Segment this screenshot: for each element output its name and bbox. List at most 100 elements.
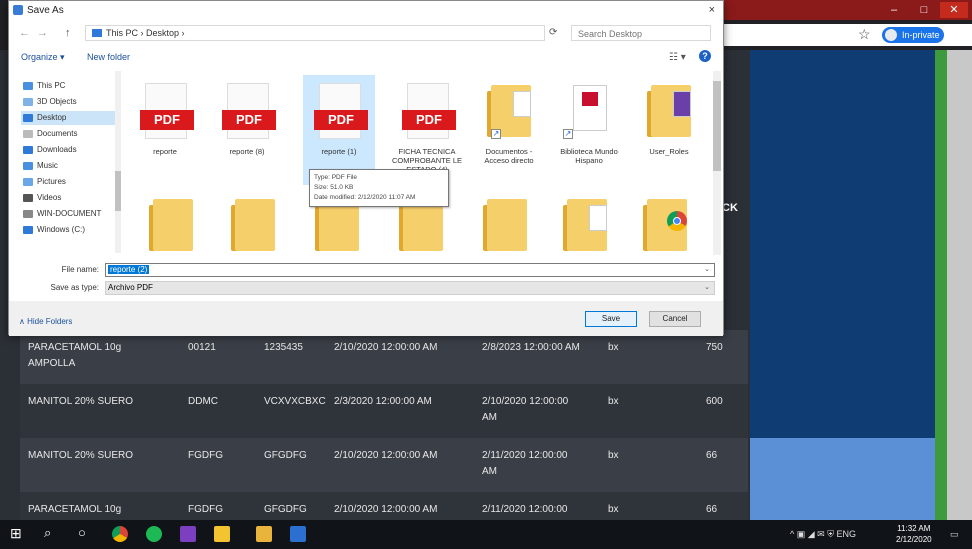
view-options-icon[interactable]: ☷ ▾ [669, 52, 686, 63]
cell-lot: GFGDFG [264, 450, 307, 461]
nav-item-videos[interactable]: Videos [21, 191, 117, 205]
nav-item-drive[interactable]: WIN-DOCUMENT [21, 207, 117, 221]
breadcrumb[interactable]: This PC › Desktop › [85, 25, 545, 41]
file-item-pdf[interactable]: PDF reporte (8) [211, 75, 283, 185]
cancel-button[interactable]: Cancel [649, 311, 701, 327]
clock-time: 11:32 AM [897, 524, 931, 533]
file-item-folder[interactable] [217, 189, 289, 255]
desktop-icon [23, 114, 33, 122]
profile-label: In-private [902, 30, 940, 40]
app-icon[interactable] [290, 526, 306, 542]
cell-code: FGDFG [188, 450, 223, 461]
clock[interactable]: 11:32 AM 2/12/2020 [896, 523, 932, 545]
menu-icon[interactable]: ⋮ [952, 26, 964, 40]
chrome-icon [667, 211, 687, 231]
nav-item-pictures[interactable]: Pictures [21, 175, 117, 189]
folder-icon [231, 199, 277, 253]
file-item-folder[interactable] [135, 189, 207, 255]
file-item-folder[interactable] [469, 189, 541, 255]
cell-lot: VCXVXCBXC [264, 396, 326, 407]
chevron-down-icon[interactable]: ⌄ [704, 264, 710, 276]
nav-label: Pictures [37, 177, 66, 186]
dialog-app-icon [13, 5, 23, 15]
windows-start-icon[interactable]: ⊞ [10, 525, 26, 541]
chevron-down-icon[interactable]: ⌄ [704, 282, 710, 294]
nav-item-windows-c[interactable]: Windows (C:) [21, 223, 117, 237]
pc-icon [92, 29, 102, 37]
close-window-button[interactable]: ✕ [940, 2, 968, 18]
scrollbar-thumb[interactable] [115, 171, 121, 211]
organize-button[interactable]: Organize ▾ [21, 52, 65, 63]
nav-item-this-pc[interactable]: This PC [21, 79, 117, 93]
file-name: Documentos - Acceso directo [484, 147, 534, 165]
nav-item-desktop[interactable]: Desktop [21, 111, 117, 125]
navigation-pane: This PC 3D Objects Desktop Documents Dow… [9, 71, 121, 255]
pdf-badge: PDF [140, 110, 194, 130]
refresh-icon[interactable]: ⟳ [549, 27, 557, 38]
search-icon[interactable]: ⌕ [44, 525, 60, 541]
cell-unit: bx [608, 450, 619, 461]
cell-qty: 600 [706, 396, 723, 407]
file-item-folder[interactable] [549, 189, 621, 255]
cell-date1: 2/10/2020 12:00:00 AM [334, 342, 438, 353]
file-item-shortcut[interactable]: ↗ Documentos - Acceso directo [473, 75, 545, 185]
file-list-scrollbar[interactable] [713, 71, 721, 255]
video-icon [23, 194, 33, 202]
search-input[interactable] [571, 25, 711, 41]
minimize-button[interactable]: – [880, 2, 908, 18]
folder-front [651, 85, 691, 137]
nav-item-documents[interactable]: Documents [21, 127, 117, 141]
nav-label: Videos [37, 193, 62, 202]
scrollbar-thumb[interactable] [713, 81, 721, 171]
maximize-button[interactable]: □ [910, 2, 938, 18]
folder-front [153, 199, 193, 251]
notification-icon[interactable]: ▭ [950, 529, 959, 540]
dialog-title: Save As [9, 1, 723, 21]
document-icon [589, 205, 607, 231]
system-tray[interactable]: ^ ▣ ◢ ✉ ⛨ ENG [790, 529, 856, 540]
task-view-icon[interactable]: ○ [78, 525, 94, 541]
star-icon[interactable]: ☆ [858, 26, 871, 43]
visual-studio-icon[interactable] [180, 526, 196, 542]
nav-label: Desktop [37, 113, 67, 122]
close-icon[interactable]: × [709, 4, 715, 16]
spotify-icon[interactable] [146, 526, 162, 542]
file-name-field[interactable]: reporte (2) ⌄ [105, 263, 715, 277]
nav-item-music[interactable]: Music [21, 159, 117, 173]
nav-item-downloads[interactable]: Downloads [21, 143, 117, 157]
forward-icon[interactable]: → [37, 27, 48, 39]
new-folder-button[interactable]: New folder [87, 52, 130, 62]
profile-button[interactable]: In-private [882, 27, 944, 43]
back-icon[interactable]: ← [19, 27, 30, 39]
help-icon[interactable]: ? [699, 50, 711, 62]
nav-item-3d-objects[interactable]: 3D Objects [21, 95, 117, 109]
cell-code: DDMC [188, 396, 218, 407]
file-name-label: File name: [61, 265, 99, 274]
music-icon [23, 162, 33, 170]
cell-unit: bx [608, 396, 619, 407]
save-type-select[interactable]: Archivo PDF ⌄ [105, 281, 715, 295]
file-name-value: reporte (2) [108, 265, 150, 274]
drive-icon [23, 210, 33, 218]
chrome-icon[interactable] [112, 526, 128, 542]
file-item-pdf[interactable]: PDF reporte [129, 75, 201, 185]
cube-icon [23, 98, 33, 106]
file-item-folder[interactable]: User_Roles [633, 75, 705, 185]
sticky-notes-icon[interactable] [214, 526, 230, 542]
up-icon[interactable]: ↑ [65, 27, 71, 39]
cell-qty: 66 [706, 504, 718, 515]
scrollbar-track[interactable] [935, 50, 947, 520]
file-item-folder[interactable] [629, 189, 701, 255]
file-explorer-icon[interactable] [256, 526, 272, 542]
folder-icon [643, 199, 689, 253]
dialog-footer: ∧ Hide Folders Save Cancel [9, 301, 723, 336]
save-button[interactable]: Save [585, 311, 637, 327]
file-name: reporte (1) [321, 147, 357, 156]
nav-pane-scrollbar[interactable] [115, 71, 121, 253]
folder-icon [647, 85, 693, 139]
hide-folders-button[interactable]: ∧ Hide Folders [19, 317, 72, 326]
file-item-shortcut[interactable]: ↗ Biblioteca Mundo Hispano [553, 75, 625, 185]
document-icon [513, 91, 531, 117]
file-list: PDF reporte PDF reporte (8) PDF reporte … [129, 71, 713, 255]
pc-icon [23, 82, 33, 90]
